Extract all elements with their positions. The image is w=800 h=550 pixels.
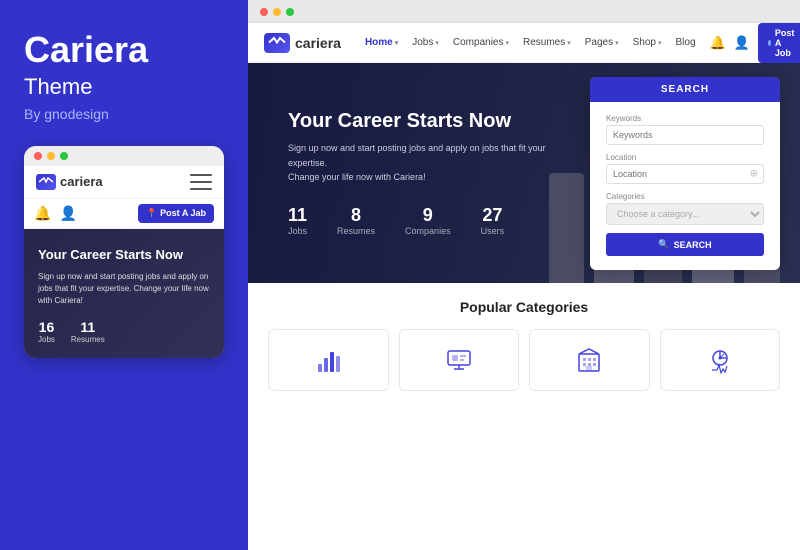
category-icon-chart xyxy=(704,344,736,376)
search-button[interactable]: 🔍 SEARCH xyxy=(606,233,764,256)
desktop-logo: cariera xyxy=(264,33,341,53)
post-job-button[interactable]: Post A Job xyxy=(758,23,800,63)
mobile-hero-title: Your Career Starts Now xyxy=(38,247,210,264)
nav-item-pages[interactable]: Pages▾ xyxy=(579,33,625,52)
right-panel: cariera Home▾ Jobs▾ Companies▾ Resumes▾ … xyxy=(248,0,800,550)
category-card-2[interactable] xyxy=(399,329,520,391)
mobile-preview-card: cariera 🔔 👤 📍 Post A Jab Your Career Sta… xyxy=(24,146,224,359)
browser-dot-green xyxy=(286,8,294,16)
popular-categories-title: Popular Categories xyxy=(268,299,780,315)
categories-select[interactable]: Choose a category... xyxy=(606,203,764,225)
hero-stat-jobs: 11 Jobs xyxy=(288,205,307,236)
hero-stats: 11 Jobs 8 Resumes 9 Companies 27 Users xyxy=(288,205,548,236)
desktop-nav: cariera Home▾ Jobs▾ Companies▾ Resumes▾ … xyxy=(248,23,800,63)
nav-items: Home▾ Jobs▾ Companies▾ Resumes▾ Pages▾ S… xyxy=(359,33,702,52)
nav-item-jobs[interactable]: Jobs▾ xyxy=(406,33,445,52)
desktop-bottom: Popular Categories xyxy=(248,283,800,407)
location-marker-icon: ⊕ xyxy=(750,169,758,180)
search-widget-title: SEARCH xyxy=(590,77,780,102)
categories-field: Categories Choose a category... xyxy=(606,192,764,225)
category-card-3[interactable] xyxy=(529,329,650,391)
mobile-action-bar: 🔔 👤 📍 Post A Jab xyxy=(24,199,224,229)
dot-yellow xyxy=(47,152,55,160)
hero-description: Sign up now and start posting jobs and a… xyxy=(288,141,548,184)
dot-green xyxy=(60,152,68,160)
bell-icon[interactable]: 🔔 xyxy=(710,35,726,51)
dot-red xyxy=(34,152,42,160)
hero-title: Your Career Starts Now xyxy=(288,110,548,133)
hero-stat-companies: 9 Companies xyxy=(405,205,451,236)
nav-item-blog[interactable]: Blog xyxy=(670,33,702,52)
mobile-stats: 16 Jobs 11 Resumes xyxy=(38,319,210,344)
mobile-post-job-button[interactable]: 📍 Post A Jab xyxy=(138,204,214,223)
mobile-post-btn-icon: 📍 xyxy=(146,208,157,219)
keywords-field: Keywords xyxy=(606,114,764,145)
mobile-hero: Your Career Starts Now Sign up now and s… xyxy=(24,229,224,359)
category-card-4[interactable] xyxy=(660,329,781,391)
category-icon-building xyxy=(573,344,605,376)
nav-right: 🔔 👤 Post A Job xyxy=(710,23,800,63)
mobile-stat-resumes: 11 Resumes xyxy=(71,319,105,344)
logo-icon xyxy=(36,174,56,190)
nav-item-home[interactable]: Home▾ xyxy=(359,33,404,52)
mobile-hero-desc: Sign up now and start posting jobs and a… xyxy=(38,271,210,307)
category-card-1[interactable] xyxy=(268,329,389,391)
browser-dot-red xyxy=(260,8,268,16)
desktop-hero: Your Career Starts Now Sign up now and s… xyxy=(248,63,800,283)
mobile-bell-icon[interactable]: 🔔 xyxy=(34,205,51,222)
location-input[interactable] xyxy=(606,164,764,184)
category-icon-pencil xyxy=(312,344,344,376)
user-icon[interactable]: 👤 xyxy=(734,35,750,51)
hero-content: Your Career Starts Now Sign up now and s… xyxy=(248,90,588,255)
hero-stat-users: 27 Users xyxy=(481,205,505,236)
mobile-topbar xyxy=(24,146,224,166)
search-widget: SEARCH Keywords Location ⊕ Categories Ch… xyxy=(590,77,780,270)
desktop-site: cariera Home▾ Jobs▾ Companies▾ Resumes▾ … xyxy=(248,23,800,550)
location-dot xyxy=(768,40,771,46)
mobile-nav: cariera xyxy=(24,166,224,199)
theme-title: Cariera xyxy=(24,30,224,70)
location-field: Location ⊕ xyxy=(606,153,764,184)
mobile-user-icon[interactable]: 👤 xyxy=(59,205,76,222)
theme-subtitle: Theme xyxy=(24,74,224,100)
nav-item-resumes[interactable]: Resumes▾ xyxy=(517,33,577,52)
keywords-input[interactable] xyxy=(606,125,764,145)
browser-chrome xyxy=(248,0,800,23)
hamburger-icon[interactable] xyxy=(190,174,212,190)
theme-author: By gnodesign xyxy=(24,106,224,122)
search-icon: 🔍 xyxy=(658,239,669,250)
categories-grid xyxy=(268,329,780,391)
mobile-logo: cariera xyxy=(36,174,103,190)
nav-item-companies[interactable]: Companies▾ xyxy=(447,33,515,52)
nav-item-shop[interactable]: Shop▾ xyxy=(627,33,668,52)
desktop-logo-icon xyxy=(264,33,290,53)
browser-dot-yellow xyxy=(273,8,281,16)
hero-stat-resumes: 8 Resumes xyxy=(337,205,375,236)
browser-dots xyxy=(260,8,788,16)
category-icon-monitor xyxy=(443,344,475,376)
mobile-stat-jobs: 16 Jobs xyxy=(38,319,55,344)
left-panel: Cariera Theme By gnodesign cariera 🔔 xyxy=(0,0,248,550)
